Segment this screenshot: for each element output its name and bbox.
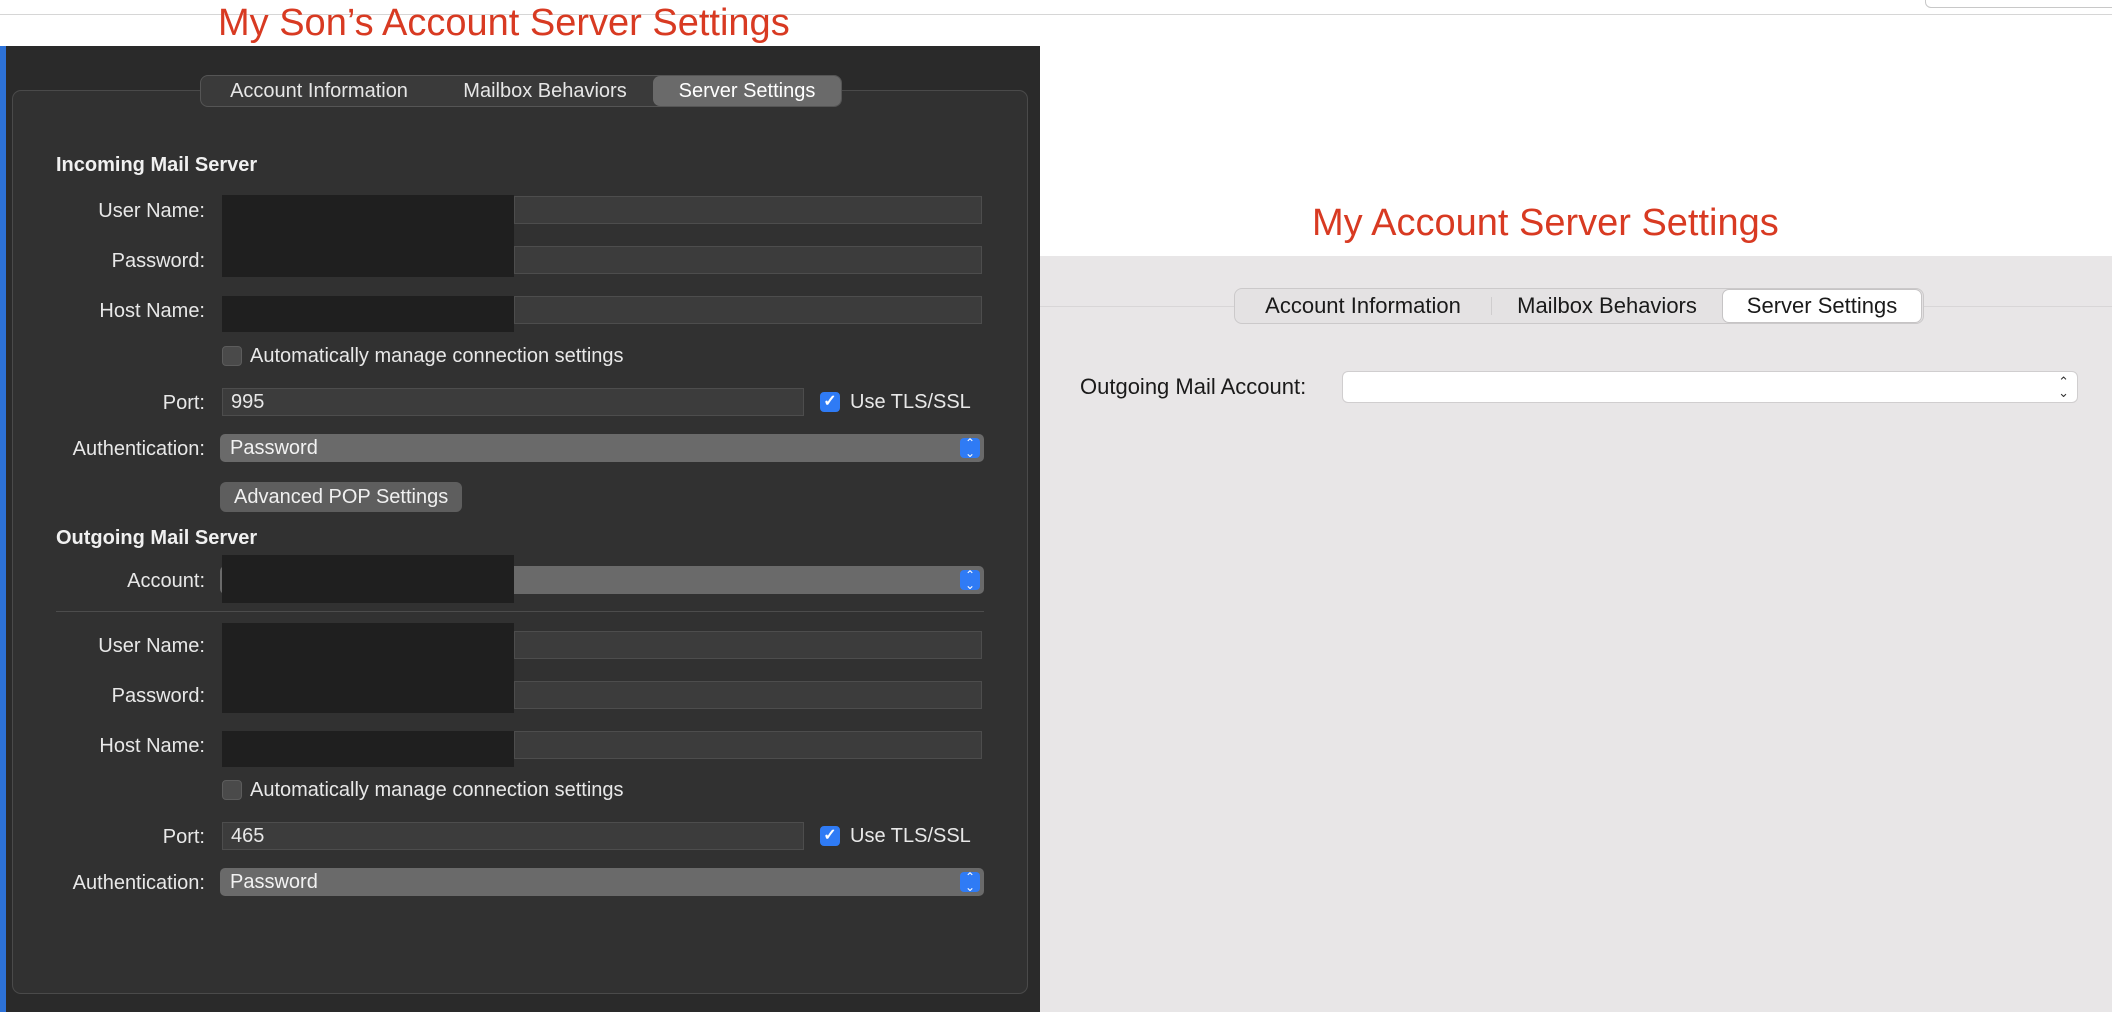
tab-mailbox-behaviors[interactable]: Mailbox Behaviors xyxy=(1492,289,1722,323)
incoming-host-name-label: Host Name: xyxy=(99,300,205,322)
right-annotation-title: My Account Server Settings xyxy=(1312,202,1779,244)
redaction-block xyxy=(222,555,514,603)
tab-bar: Account Information Mailbox Behaviors Se… xyxy=(1234,288,1924,324)
outgoing-host-name-field[interactable] xyxy=(514,731,982,759)
incoming-tls-label: Use TLS/SSL xyxy=(850,391,971,413)
incoming-auto-manage-label: Automatically manage connection settings xyxy=(250,345,624,367)
outgoing-user-name-field[interactable] xyxy=(514,631,982,659)
outgoing-password-field[interactable] xyxy=(514,681,982,709)
section-divider xyxy=(56,611,984,612)
outgoing-tls-label: Use TLS/SSL xyxy=(850,825,971,847)
redaction-block xyxy=(222,731,514,767)
outgoing-auto-manage-checkbox[interactable] xyxy=(222,780,242,800)
tab-server-settings[interactable]: Server Settings xyxy=(1722,289,1922,323)
left-annotation-title: My Son’s Account Server Settings xyxy=(218,2,790,44)
outgoing-port-label: Port: xyxy=(162,826,205,848)
tab-account-information[interactable]: Account Information xyxy=(201,76,437,106)
redaction-block xyxy=(222,623,514,713)
outgoing-authentication-label: Authentication: xyxy=(72,872,205,894)
incoming-user-name-label: User Name: xyxy=(98,200,205,222)
tab-server-settings[interactable]: Server Settings xyxy=(653,76,841,106)
incoming-user-name-field[interactable] xyxy=(514,196,982,224)
chevron-up-down-icon: ⌃ ⌄ xyxy=(960,569,980,591)
chevron-up-down-icon: ⌃ ⌄ xyxy=(2058,374,2069,400)
son-account-settings-window: Account Information Mailbox Behaviors Se… xyxy=(0,46,1040,1012)
redaction-block xyxy=(222,195,514,277)
tab-account-information[interactable]: Account Information xyxy=(1235,289,1491,323)
chevron-up-down-icon: ⌃ ⌄ xyxy=(960,871,980,893)
incoming-port-field[interactable]: 995 xyxy=(222,388,804,416)
chevron-up-down-icon: ⌃ ⌄ xyxy=(960,437,980,459)
outgoing-password-label: Password: xyxy=(111,685,205,707)
window-edge-accent xyxy=(0,46,6,1012)
incoming-authentication-select[interactable]: Password ⌃ ⌄ xyxy=(220,434,984,462)
outgoing-authentication-value: Password xyxy=(230,871,318,893)
outgoing-host-name-label: Host Name: xyxy=(99,735,205,757)
tab-bar: Account Information Mailbox Behaviors Se… xyxy=(200,75,842,107)
incoming-password-label: Password: xyxy=(111,250,205,272)
outgoing-mail-account-label: Outgoing Mail Account: xyxy=(1080,374,1307,399)
outgoing-user-name-label: User Name: xyxy=(98,635,205,657)
outgoing-port-field[interactable]: 465 xyxy=(222,822,804,850)
outgoing-account-label: Account: xyxy=(127,570,205,592)
tab-mailbox-behaviors[interactable]: Mailbox Behaviors xyxy=(437,76,653,106)
incoming-authentication-label: Authentication: xyxy=(72,438,205,460)
outgoing-section-title: Outgoing Mail Server xyxy=(56,527,258,549)
outgoing-auto-manage-label: Automatically manage connection settings xyxy=(250,779,624,801)
incoming-password-field[interactable] xyxy=(514,246,982,274)
incoming-tls-checkbox[interactable]: ✓ xyxy=(820,392,840,412)
top-right-control[interactable] xyxy=(1925,0,2112,8)
redaction-block xyxy=(222,296,514,332)
outgoing-tls-checkbox[interactable]: ✓ xyxy=(820,826,840,846)
incoming-section-title: Incoming Mail Server xyxy=(56,154,258,176)
outgoing-mail-account-select[interactable]: ⌃ ⌄ xyxy=(1342,371,2078,403)
advanced-pop-settings-button[interactable]: Advanced POP Settings xyxy=(220,482,463,512)
incoming-authentication-value: Password xyxy=(230,437,318,459)
incoming-host-name-field[interactable] xyxy=(514,296,982,324)
my-account-settings-window: Account Information Mailbox Behaviors Se… xyxy=(1040,256,2112,1012)
incoming-auto-manage-checkbox[interactable] xyxy=(222,346,242,366)
outgoing-authentication-select[interactable]: Password ⌃ ⌄ xyxy=(220,868,984,896)
incoming-port-label: Port: xyxy=(162,392,205,414)
